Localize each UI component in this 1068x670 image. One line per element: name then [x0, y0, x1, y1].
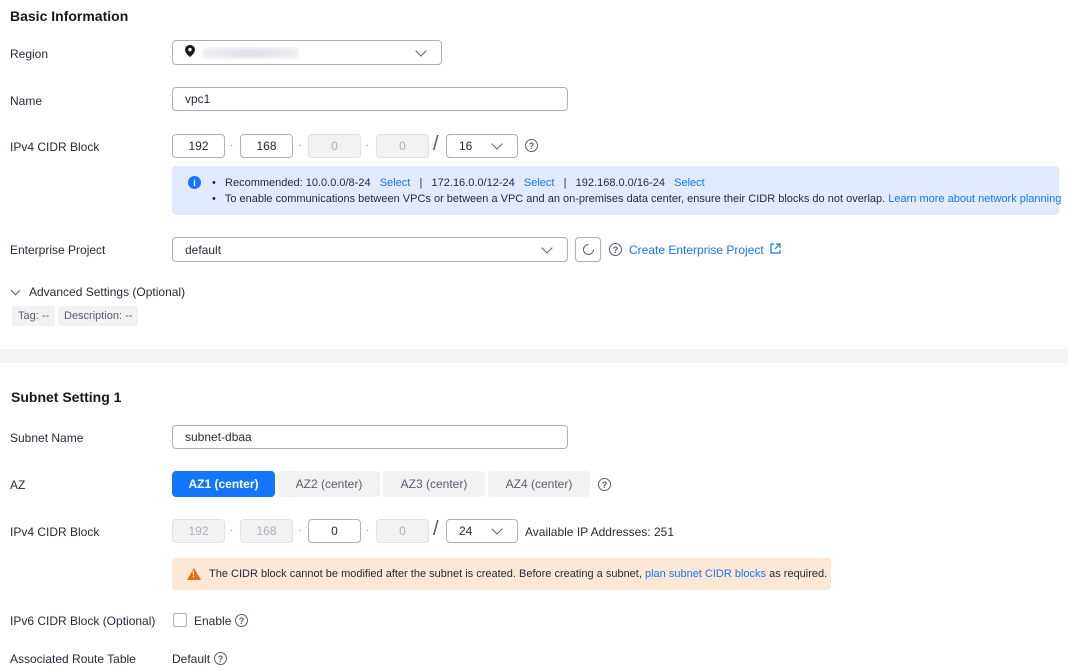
recommended-text: Recommended: 10.0.0.0/8-24 [225, 177, 371, 189]
name-label: Name [10, 94, 43, 108]
route-table-label: Associated Route Table [10, 652, 136, 666]
route-table-value: Default [172, 652, 211, 666]
refresh-button[interactable] [575, 237, 601, 262]
mask-slash: / [433, 133, 439, 155]
note-line: • To enable communications between VPCs … [212, 193, 1061, 205]
cidr-octet-3: 0 [308, 134, 361, 158]
available-ips-text: Available IP Addresses: 251 [525, 525, 674, 539]
basic-info-title: Basic Information [10, 8, 129, 24]
learn-more-link[interactable]: Learn more about network planning [888, 193, 1061, 205]
create-enterprise-link[interactable]: Create Enterprise Project [629, 243, 781, 257]
help-icon[interactable]: ? [235, 614, 248, 627]
chevron-down-icon [491, 523, 503, 535]
warning-text-line: The CIDR block cannot be modified after … [209, 568, 827, 580]
recommended-192: 192.168.0.0/16-24 [575, 177, 665, 189]
chevron-down-icon [10, 285, 21, 295]
cidr-octet-1[interactable]: 192 [172, 134, 225, 158]
subnet-octet-1: 192 [172, 519, 225, 543]
region-select[interactable] [172, 40, 442, 65]
cidr-label: IPv4 CIDR Block [10, 140, 100, 154]
section-divider [0, 349, 1068, 363]
az4-button[interactable]: AZ4 (center) [488, 471, 590, 497]
enterprise-select[interactable]: default [172, 237, 568, 262]
info-icon: i [188, 176, 201, 189]
subnet-name-label: Subnet Name [10, 431, 84, 445]
separator: | [419, 177, 423, 189]
refresh-icon [580, 241, 596, 258]
subnet-octet-4: 0 [376, 519, 429, 543]
subnet-octet-2: 168 [240, 519, 293, 543]
advanced-settings-toggle[interactable]: Advanced Settings (Optional) [10, 285, 186, 299]
name-input[interactable]: vpc1 [172, 87, 568, 111]
help-icon[interactable]: ? [609, 243, 622, 256]
az2-button[interactable]: AZ2 (center) [278, 471, 380, 497]
az-label: AZ [10, 478, 26, 492]
select-link-172[interactable]: Select [524, 177, 555, 189]
subnet-title: Subnet Setting 1 [11, 389, 122, 405]
create-enterprise-text: Create Enterprise Project [629, 243, 764, 257]
region-label: Region [10, 47, 49, 61]
cidr-octet-2[interactable]: 168 [240, 134, 293, 158]
help-icon[interactable]: ? [598, 478, 611, 491]
recommended-172: 172.16.0.0/12-24 [431, 177, 515, 189]
subnet-cidr-label: IPv4 CIDR Block [10, 525, 100, 539]
description-chip: Description: -- [58, 306, 139, 326]
octet-separator: · [298, 140, 302, 151]
enterprise-label: Enterprise Project [10, 243, 106, 257]
external-link-icon [770, 243, 781, 257]
subnet-octet-3[interactable]: 0 [308, 519, 361, 543]
az3-button[interactable]: AZ3 (center) [383, 471, 485, 497]
note-text: To enable communications between VPCs or… [224, 193, 886, 205]
octet-separator: · [298, 525, 302, 536]
select-link-10[interactable]: Select [380, 177, 411, 189]
help-icon[interactable]: ? [214, 652, 227, 665]
enterprise-value: default [185, 242, 222, 257]
chevron-down-icon [491, 138, 503, 150]
cidr-mask-select[interactable]: 16 [446, 134, 518, 158]
bullet: • [212, 177, 216, 189]
subnet-mask-select[interactable]: 24 [446, 519, 518, 543]
mask-slash: / [433, 518, 439, 540]
ipv6-label: IPv6 CIDR Block (Optional) [10, 614, 156, 628]
subnet-name-input[interactable]: subnet-dbaa [172, 425, 568, 449]
tag-chip: Tag: -- [12, 306, 56, 326]
warning-icon: ! [187, 568, 201, 580]
subnet-warning-box: ! The CIDR block cannot be modified afte… [172, 558, 831, 590]
subnet-mask-value: 24 [459, 524, 473, 538]
enable-label: Enable [194, 614, 232, 628]
octet-separator: · [230, 140, 234, 151]
warning-suffix: as required. [769, 568, 828, 580]
octet-separator: · [230, 525, 234, 536]
chevron-down-icon [541, 241, 553, 254]
cidr-mask-value: 16 [459, 139, 473, 153]
cidr-info-box: i • Recommended: 10.0.0.0/8-24 Select | … [172, 166, 1061, 215]
octet-separator: · [366, 525, 370, 536]
select-link-192[interactable]: Select [674, 177, 705, 189]
help-icon[interactable]: ? [525, 139, 538, 152]
location-pin-icon [185, 45, 195, 60]
plan-subnet-link[interactable]: plan subnet CIDR blocks [645, 568, 766, 580]
ipv6-enable-checkbox[interactable] [173, 613, 187, 627]
separator: | [563, 177, 567, 189]
recommended-line: • Recommended: 10.0.0.0/8-24 Select | 17… [212, 177, 705, 189]
chevron-down-icon [415, 44, 427, 57]
bullet: • [212, 193, 216, 205]
warning-text: The CIDR block cannot be modified after … [209, 568, 642, 580]
az1-button[interactable]: AZ1 (center) [172, 471, 275, 497]
advanced-settings-label: Advanced Settings (Optional) [29, 285, 186, 299]
cidr-octet-4: 0 [376, 134, 429, 158]
octet-separator: · [366, 140, 370, 151]
region-value-redacted [203, 47, 298, 58]
